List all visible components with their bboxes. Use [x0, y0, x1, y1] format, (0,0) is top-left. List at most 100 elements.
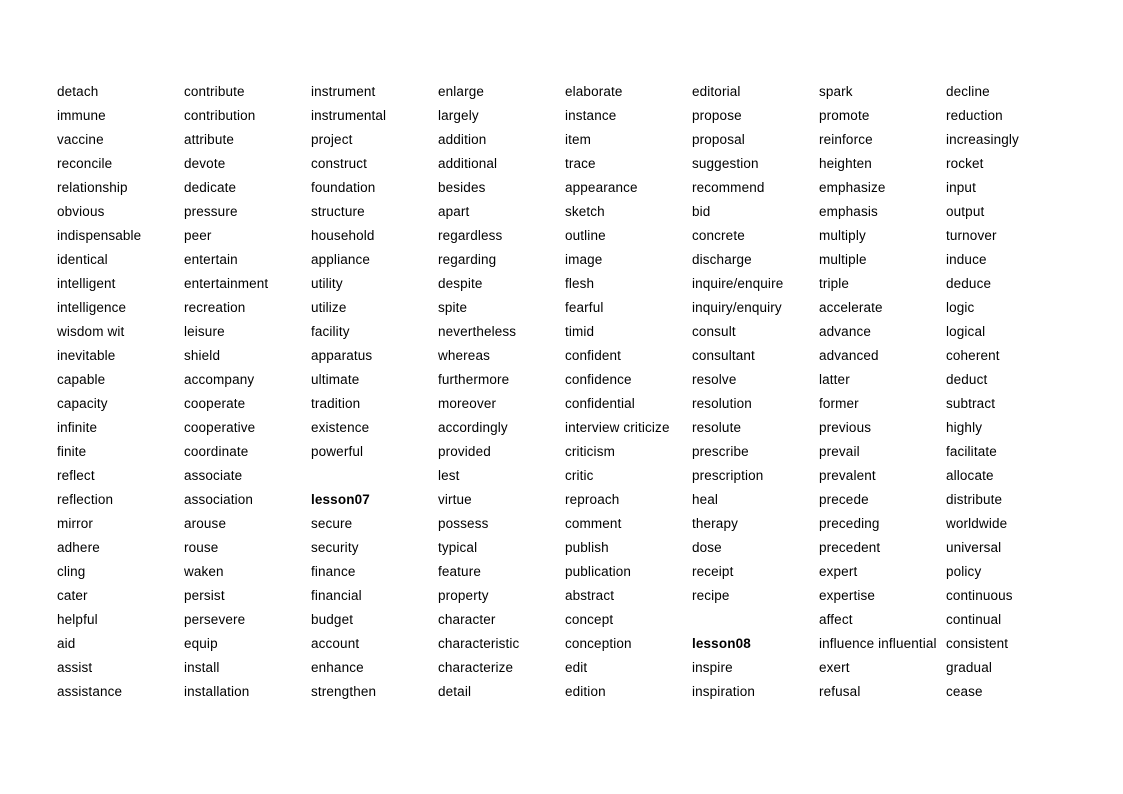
- word-item: turnover: [946, 228, 997, 243]
- word-item: spark: [819, 84, 853, 99]
- word-column-3: enlarge largely addition additional besides a…: [438, 80, 565, 704]
- word-item: character: [438, 612, 496, 627]
- word-item: strengthen: [311, 684, 377, 699]
- word-item: prevail: [819, 444, 860, 459]
- word-item: besides: [438, 180, 486, 195]
- word-item: detach: [57, 84, 99, 99]
- word-item: install: [184, 660, 220, 675]
- word-item: therapy: [692, 516, 738, 531]
- word-item: affect: [819, 612, 853, 627]
- word-item: worldwide: [946, 516, 1008, 531]
- word-item: reflect: [57, 468, 95, 483]
- word-item: persist: [184, 588, 225, 603]
- word-item: consultant: [692, 348, 755, 363]
- word-item: deduce: [946, 276, 992, 291]
- word-item: aid: [57, 636, 76, 651]
- word-item: policy: [946, 564, 982, 579]
- word-item: capable: [57, 372, 106, 387]
- word-item: cling: [57, 564, 86, 579]
- word-item: mirror: [57, 516, 94, 531]
- word-item: obvious: [57, 204, 105, 219]
- word-item: account: [311, 636, 360, 651]
- word-item: construct: [311, 156, 367, 171]
- word-item: utilize: [311, 300, 347, 315]
- word-item: waken: [184, 564, 224, 579]
- word-item: security: [311, 540, 359, 555]
- word-item: peer: [184, 228, 212, 243]
- word-item: comment: [565, 516, 622, 531]
- word-item: inevitable: [57, 348, 116, 363]
- word-item: rouse: [184, 540, 219, 555]
- word-item: provided: [438, 444, 491, 459]
- word-item: furthermore: [438, 372, 510, 387]
- word-item: enhance: [311, 660, 364, 675]
- word-item: elaborate: [565, 84, 623, 99]
- word-item: subtract: [946, 396, 996, 411]
- word-item: cater: [57, 588, 88, 603]
- word-item: ultimate: [311, 372, 360, 387]
- word-item: appliance: [311, 252, 371, 267]
- word-item: intelligence: [57, 300, 127, 315]
- word-item: foundation: [311, 180, 376, 195]
- word-item: precede: [819, 492, 869, 507]
- word-item: enlarge: [438, 84, 484, 99]
- word-column-0: detach immune vaccine reconcile relationship…: [57, 80, 184, 704]
- word-item: interview criticize: [565, 420, 670, 435]
- word-item: logic: [946, 300, 975, 315]
- word-item: expertise: [819, 588, 875, 603]
- word-item: latter: [819, 372, 850, 387]
- word-item: influence influential: [819, 636, 937, 651]
- word-item: prescribe: [692, 444, 749, 459]
- word-item: reconcile: [57, 156, 113, 171]
- word-item: additional: [438, 156, 498, 171]
- word-item: helpful: [57, 612, 98, 627]
- word-item: former: [819, 396, 859, 411]
- word-item: infinite: [57, 420, 98, 435]
- word-item: association: [184, 492, 254, 507]
- word-item: trace: [565, 156, 596, 171]
- word-item: apart: [438, 204, 470, 219]
- word-item: adhere: [57, 540, 100, 555]
- word-item: addition: [438, 132, 487, 147]
- word-item: expert: [819, 564, 858, 579]
- word-item: characterize: [438, 660, 514, 675]
- word-item: preceding: [819, 516, 880, 531]
- word-item: tradition: [311, 396, 361, 411]
- word-item: resolve: [692, 372, 737, 387]
- word-item: inspire: [692, 660, 733, 675]
- word-item: allocate: [946, 468, 994, 483]
- word-item: induce: [946, 252, 987, 267]
- word-item: detail: [438, 684, 472, 699]
- word-item: distribute: [946, 492, 1003, 507]
- word-item: output: [946, 204, 985, 219]
- word-item: advance: [819, 324, 871, 339]
- word-item: intelligent: [57, 276, 116, 291]
- word-item: utility: [311, 276, 343, 291]
- word-item: regarding: [438, 252, 497, 267]
- word-item: edit: [565, 660, 588, 675]
- word-item: concrete: [692, 228, 745, 243]
- word-item: facilitate: [946, 444, 997, 459]
- word-item: prescription: [692, 468, 764, 483]
- word-item: cooperate: [184, 396, 246, 411]
- word-item: entertainment: [184, 276, 269, 291]
- word-item: property: [438, 588, 489, 603]
- word-item: shield: [184, 348, 221, 363]
- word-item: timid: [565, 324, 595, 339]
- word-item: resolution: [692, 396, 752, 411]
- word-item: deduct: [946, 372, 988, 387]
- word-item: typical: [438, 540, 478, 555]
- word-item: receipt: [692, 564, 734, 579]
- word-item: finance: [311, 564, 356, 579]
- word-item: instrumental: [311, 108, 387, 123]
- word-item: item: [565, 132, 592, 147]
- word-item: identical: [57, 252, 108, 267]
- word-item: assist: [57, 660, 93, 675]
- word-item: decline: [946, 84, 990, 99]
- word-item: regardless: [438, 228, 503, 243]
- word-item: possess: [438, 516, 489, 531]
- word-item: dedicate: [184, 180, 237, 195]
- word-item: criticism: [565, 444, 615, 459]
- word-item: assistance: [57, 684, 123, 699]
- word-item: emphasis: [819, 204, 878, 219]
